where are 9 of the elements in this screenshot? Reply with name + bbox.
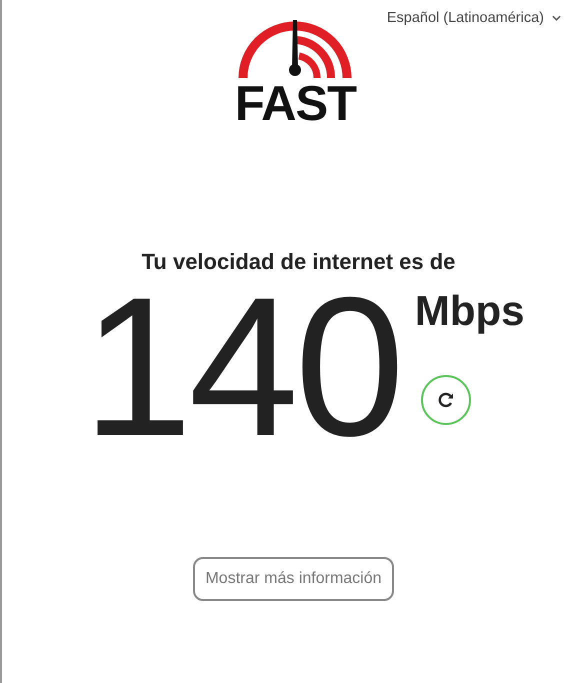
speed-unit: Mbps: [414, 287, 524, 335]
logo-text: FAST: [234, 82, 356, 126]
speed-heading: Tu velocidad de internet es de: [140, 249, 456, 275]
refresh-button[interactable]: [420, 375, 471, 425]
refresh-icon: [436, 390, 456, 410]
more-info-button[interactable]: Mostrar más información: [193, 557, 394, 601]
language-selector[interactable]: Español (Latinoamérica): [386, 10, 561, 26]
speed-value: 140: [82, 277, 401, 457]
chevron-down-icon: [552, 15, 561, 21]
